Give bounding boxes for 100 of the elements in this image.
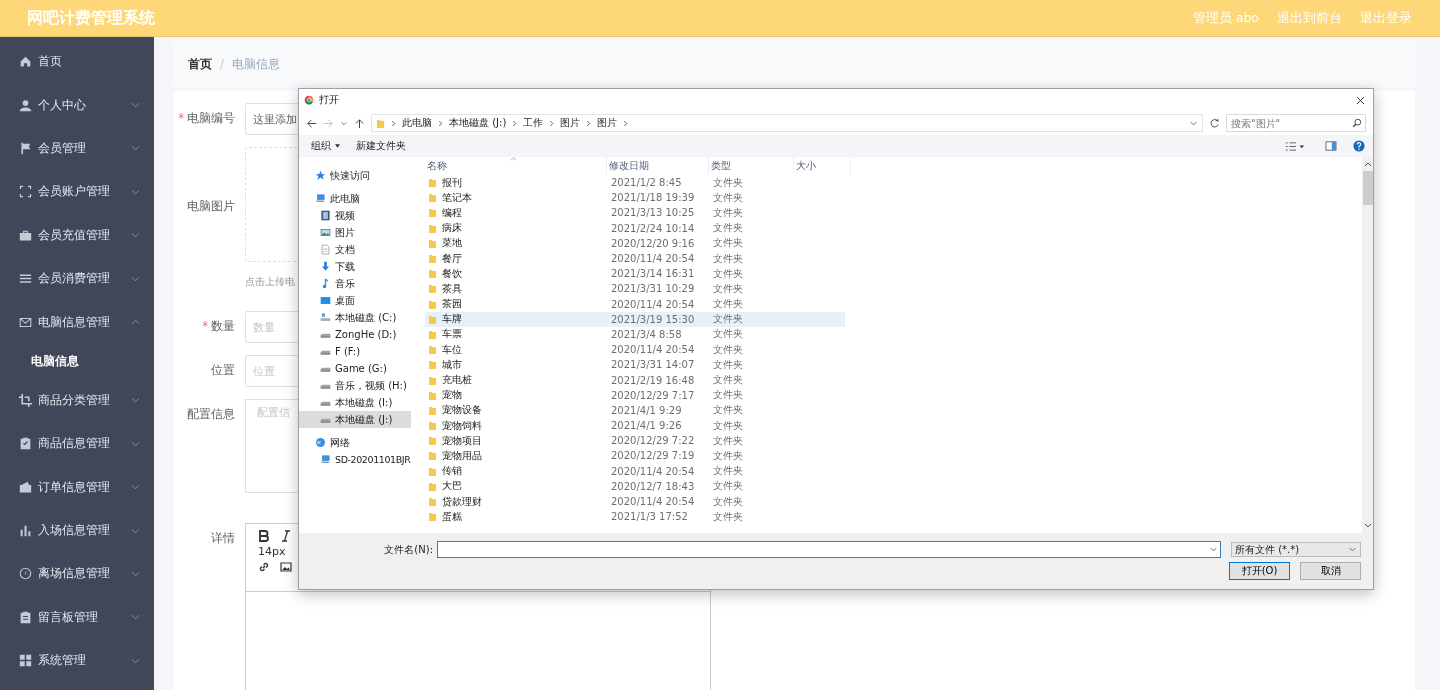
navigation-item[interactable]: 桌面 [299, 292, 411, 309]
file-row[interactable]: 充电桩 2021/2/19 16:48 文件夹 [425, 372, 845, 388]
path-segment[interactable]: 本地磁盘 (J:) [449, 116, 507, 130]
file-row[interactable]: 传销 2020/11/4 20:54 文件夹 [425, 463, 845, 479]
file-type-dropdown[interactable]: 所有文件 (*.*) [1231, 542, 1361, 557]
file-row[interactable]: 笔记本 2021/1/18 19:39 文件夹 [425, 190, 845, 206]
column-header[interactable]: 类型 [709, 157, 794, 175]
file-row[interactable]: 宠物饲料 2021/4/1 9:26 文件夹 [425, 418, 845, 434]
column-header[interactable]: 名称 [425, 157, 607, 175]
cancel-button[interactable]: 取消 [1300, 562, 1361, 580]
back-arrow-icon[interactable] [306, 117, 317, 129]
path-segment[interactable]: 图片 [560, 116, 581, 130]
navigation-item[interactable]: 此电脑 [299, 190, 411, 207]
help-icon[interactable] [1353, 140, 1365, 152]
file-row[interactable]: 车牌 2021/3/19 15:30 文件夹 [425, 311, 845, 327]
sidebar-item[interactable]: 会员账户管理 [0, 170, 154, 214]
file-row[interactable]: 餐饮 2021/3/14 16:31 文件夹 [425, 266, 845, 282]
field-label: 电脑编号 [187, 111, 235, 125]
sidebar-item[interactable]: 系统管理 [0, 639, 154, 683]
file-row[interactable]: 茶具 2021/3/31 10:29 文件夹 [425, 281, 845, 297]
file-row[interactable]: 病床 2021/2/24 10:14 文件夹 [425, 220, 845, 236]
folder-icon [376, 117, 385, 129]
navigation-item[interactable]: 本地磁盘 (C:) [299, 309, 411, 326]
file-name: 贷款理财 [442, 494, 482, 509]
file-name: 宠物饲料 [442, 418, 482, 433]
desktop-icon [320, 295, 331, 306]
file-row[interactable]: 大巴 2020/12/7 18:43 文件夹 [425, 478, 845, 494]
file-row[interactable]: 茶园 2020/11/4 20:54 文件夹 [425, 296, 845, 312]
navigation-item[interactable]: 快速访问 [299, 167, 411, 184]
open-button[interactable]: 打开(O) [1229, 562, 1290, 580]
file-row[interactable]: 餐厅 2020/11/4 20:54 文件夹 [425, 250, 845, 267]
navigation-item[interactable]: ZongHe (D:) [299, 326, 411, 343]
file-row[interactable]: 贷款理财 2020/11/4 20:54 文件夹 [425, 493, 845, 510]
sidebar-item[interactable]: 首页 [0, 40, 154, 84]
column-header[interactable]: 大小 [794, 157, 851, 175]
sidebar-item[interactable]: 个人中心 [0, 83, 154, 127]
organize-menu[interactable]: 组织 [311, 139, 340, 153]
navigation-item[interactable]: 音乐 [299, 275, 411, 292]
file-row[interactable]: 宠物项目 2020/12/29 7:22 文件夹 [425, 433, 845, 449]
up-arrow-icon[interactable] [354, 117, 365, 129]
file-row[interactable]: 宠物用品 2020/12/29 7:19 文件夹 [425, 448, 845, 464]
column-header[interactable]: 修改日期 [607, 157, 709, 175]
scrollbar[interactable] [1362, 157, 1373, 533]
film-icon [320, 210, 331, 221]
file-row[interactable]: 车票 2021/3/4 8:58 文件夹 [425, 326, 845, 343]
sidebar-item[interactable]: 入场信息管理 [0, 508, 154, 553]
bold-icon[interactable] [258, 530, 270, 542]
navigation-item[interactable]: Game (G:) [299, 360, 411, 377]
breadcrumb-link[interactable]: 首页 [188, 56, 212, 72]
file-row[interactable]: 宠物 2020/12/29 7:17 文件夹 [425, 387, 845, 403]
refresh-icon[interactable] [1209, 117, 1220, 129]
search-field[interactable]: 搜索"图片" [1226, 114, 1366, 132]
navigation-item[interactable]: 本地磁盘 (J:) [299, 411, 411, 428]
link-icon[interactable] [258, 561, 270, 573]
sidebar-subitem[interactable]: 电脑信息 [0, 343, 154, 379]
path-segment[interactable]: 工作 [523, 116, 544, 130]
sidebar-item[interactable]: 留言板管理 [0, 595, 154, 640]
sidebar-item[interactable]: 会员管理 [0, 126, 154, 171]
file-row[interactable]: 报刊 2021/1/2 8:45 文件夹 [425, 175, 845, 191]
new-folder-button[interactable]: 新建文件夹 [356, 139, 406, 153]
navigation-item[interactable]: 视频 [299, 207, 411, 224]
sidebar-item[interactable]: 离场信息管理 [0, 552, 154, 596]
navigation-item[interactable]: SD-20201101BJR [299, 451, 411, 468]
input-field[interactable]: 这里添加 [245, 103, 298, 135]
file-row[interactable]: 城市 2021/3/31 14:07 文件夹 [425, 357, 845, 373]
path-segment[interactable]: 此电脑 [402, 116, 432, 130]
address-bar[interactable]: 此电脑 本地磁盘 (J:) 工作 图片 图片 [371, 114, 1203, 132]
navigation-item[interactable]: 图片 [299, 224, 411, 241]
download-arrow-icon [320, 261, 331, 272]
filename-field[interactable] [437, 541, 1221, 558]
file-row[interactable]: 宠物设备 2021/4/1 9:29 文件夹 [425, 402, 845, 418]
navigation-item[interactable]: 音乐，视频 (H:) [299, 377, 411, 394]
file-row[interactable]: 车位 2020/11/4 20:54 文件夹 [425, 342, 845, 358]
briefcase-icon [19, 228, 32, 242]
chevron-down-icon [1348, 545, 1357, 554]
image-icon[interactable] [280, 561, 292, 573]
sidebar-item[interactable]: 会员充值管理 [0, 213, 154, 257]
navigation-item[interactable]: 下载 [299, 258, 411, 275]
sidebar-item[interactable]: 订单信息管理 [0, 465, 154, 509]
navigation-item[interactable]: 本地磁盘 (I:) [299, 394, 411, 411]
preview-pane-icon[interactable] [1325, 141, 1337, 151]
italic-icon[interactable] [280, 530, 292, 542]
modified-date: 2020/11/4 20:54 [610, 496, 696, 508]
sidebar-item[interactable]: 商品分类管理 [0, 378, 154, 423]
sidebar-item[interactable]: 会员消费管理 [0, 256, 154, 301]
navigation-item[interactable]: F (F:) [299, 343, 411, 360]
view-options-icon[interactable] [1285, 140, 1305, 152]
scroll-thumb[interactable] [1362, 171, 1373, 205]
sidebar-item[interactable]: 商品信息管理 [0, 422, 154, 466]
navigation-item[interactable]: 文档 [299, 241, 411, 258]
path-segment[interactable]: 图片 [597, 116, 618, 130]
chevron-down-icon [1209, 545, 1218, 554]
close-icon[interactable] [1356, 95, 1365, 105]
file-row[interactable]: 菜地 2020/12/20 9:16 文件夹 [425, 235, 845, 251]
file-row[interactable]: 编程 2021/3/13 10:25 文件夹 [425, 205, 845, 221]
sidebar-item[interactable]: 电脑信息管理 [0, 300, 154, 344]
navigation-item[interactable]: 网络 [299, 434, 411, 451]
scroll-up-icon[interactable] [1363, 161, 1372, 167]
file-row[interactable]: 蛋糕 2021/1/3 17:52 文件夹 [425, 509, 845, 525]
scroll-down-icon[interactable] [1363, 523, 1372, 529]
